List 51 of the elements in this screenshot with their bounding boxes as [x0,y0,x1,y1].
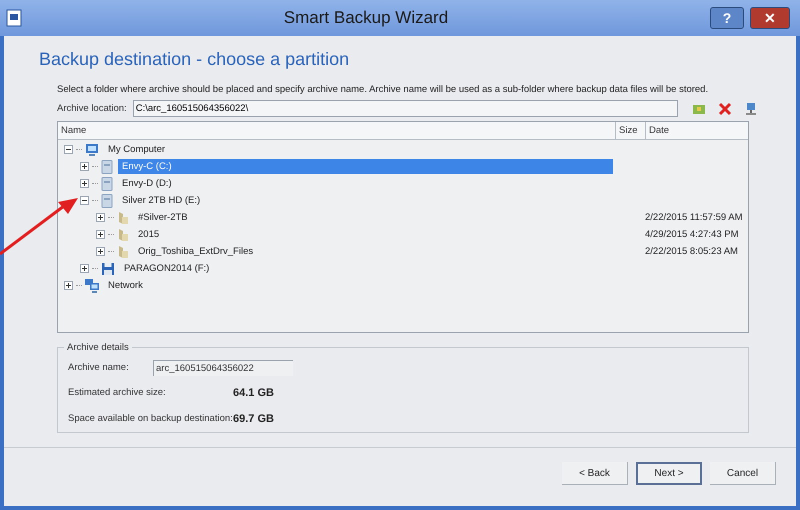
drive-icon [101,160,113,174]
wizard-button[interactable]: Cancel [710,462,776,486]
tree-item[interactable]: My Computer [104,142,170,158]
archive-location-field[interactable]: C:\arc_160515064356022\ [132,100,678,118]
expand-toggle-icon[interactable] [96,230,105,240]
tree-item[interactable]: PARAGON2014 (F:) [120,261,214,276]
tree-item[interactable]: #Silver-2TB [134,210,192,226]
tree-item[interactable]: Envy-C (C:) [118,159,613,174]
field-label: Archive location: [57,102,127,116]
expand-toggle-icon[interactable] [64,281,73,290]
help-button[interactable]: ? [710,7,744,29]
drive-icon [101,194,113,208]
collapse-toggle-icon[interactable] [64,145,73,154]
collapse-toggle-icon[interactable] [80,196,89,206]
expand-toggle-icon[interactable] [80,162,89,172]
wizard-button[interactable]: Next > [636,462,702,486]
date-cell-text: 4/29/2015 4:27:43 PM [644,228,738,242]
field-label: Archive name: [68,361,130,376]
tree-item[interactable]: Network [104,278,147,294]
app-icon [6,9,22,27]
tree-item[interactable]: Silver 2TB HD (E:) [118,193,204,208]
folder-icon [117,228,129,242]
folder-icon [117,210,129,225]
column-header[interactable]: Name [58,122,615,140]
date-cell-text: 2/22/2015 11:57:59 AM [644,210,743,225]
folder-icon [117,244,129,259]
detail-label: Estimated archive size: [68,386,167,400]
tree-item[interactable]: Envy-D (D:) [118,176,176,192]
page-heading: Backup destination - choose a partition [39,48,350,71]
drive-icon [101,176,113,191]
detail-value: 64.1 GB [233,386,274,402]
expand-toggle-icon[interactable] [96,213,105,222]
date-cell-text: 2/22/2015 8:05:23 AM [644,244,738,259]
wizard-button[interactable]: < Back [562,462,628,486]
tree-item[interactable]: Orig_Toshiba_ExtDrv_Files [134,244,258,260]
delete-icon[interactable] [718,102,732,116]
instruction-text: Select a folder where archive should be placed and specify archive name. Archive name will be used as a sub-folder where backup data files will be stored. [57,83,710,97]
close-button[interactable]: ✕ [750,7,790,29]
detail-label: Space available on backup destination: [68,412,233,426]
archive-name-field[interactable]: arc_160515064356022 [153,360,293,376]
expand-toggle-icon[interactable] [80,264,89,274]
network-drive-icon[interactable] [744,102,758,116]
expand-toggle-icon[interactable] [80,179,89,188]
column-header[interactable]: Date [645,122,748,140]
expand-toggle-icon[interactable] [96,247,105,256]
tree-item[interactable]: 2015 [134,227,164,242]
network-icon [85,278,99,293]
column-header[interactable]: Size [615,122,645,140]
computer-icon [85,142,99,157]
window-title: Smart Backup Wizard [282,7,450,30]
detail-value: 69.7 GB [233,412,274,427]
